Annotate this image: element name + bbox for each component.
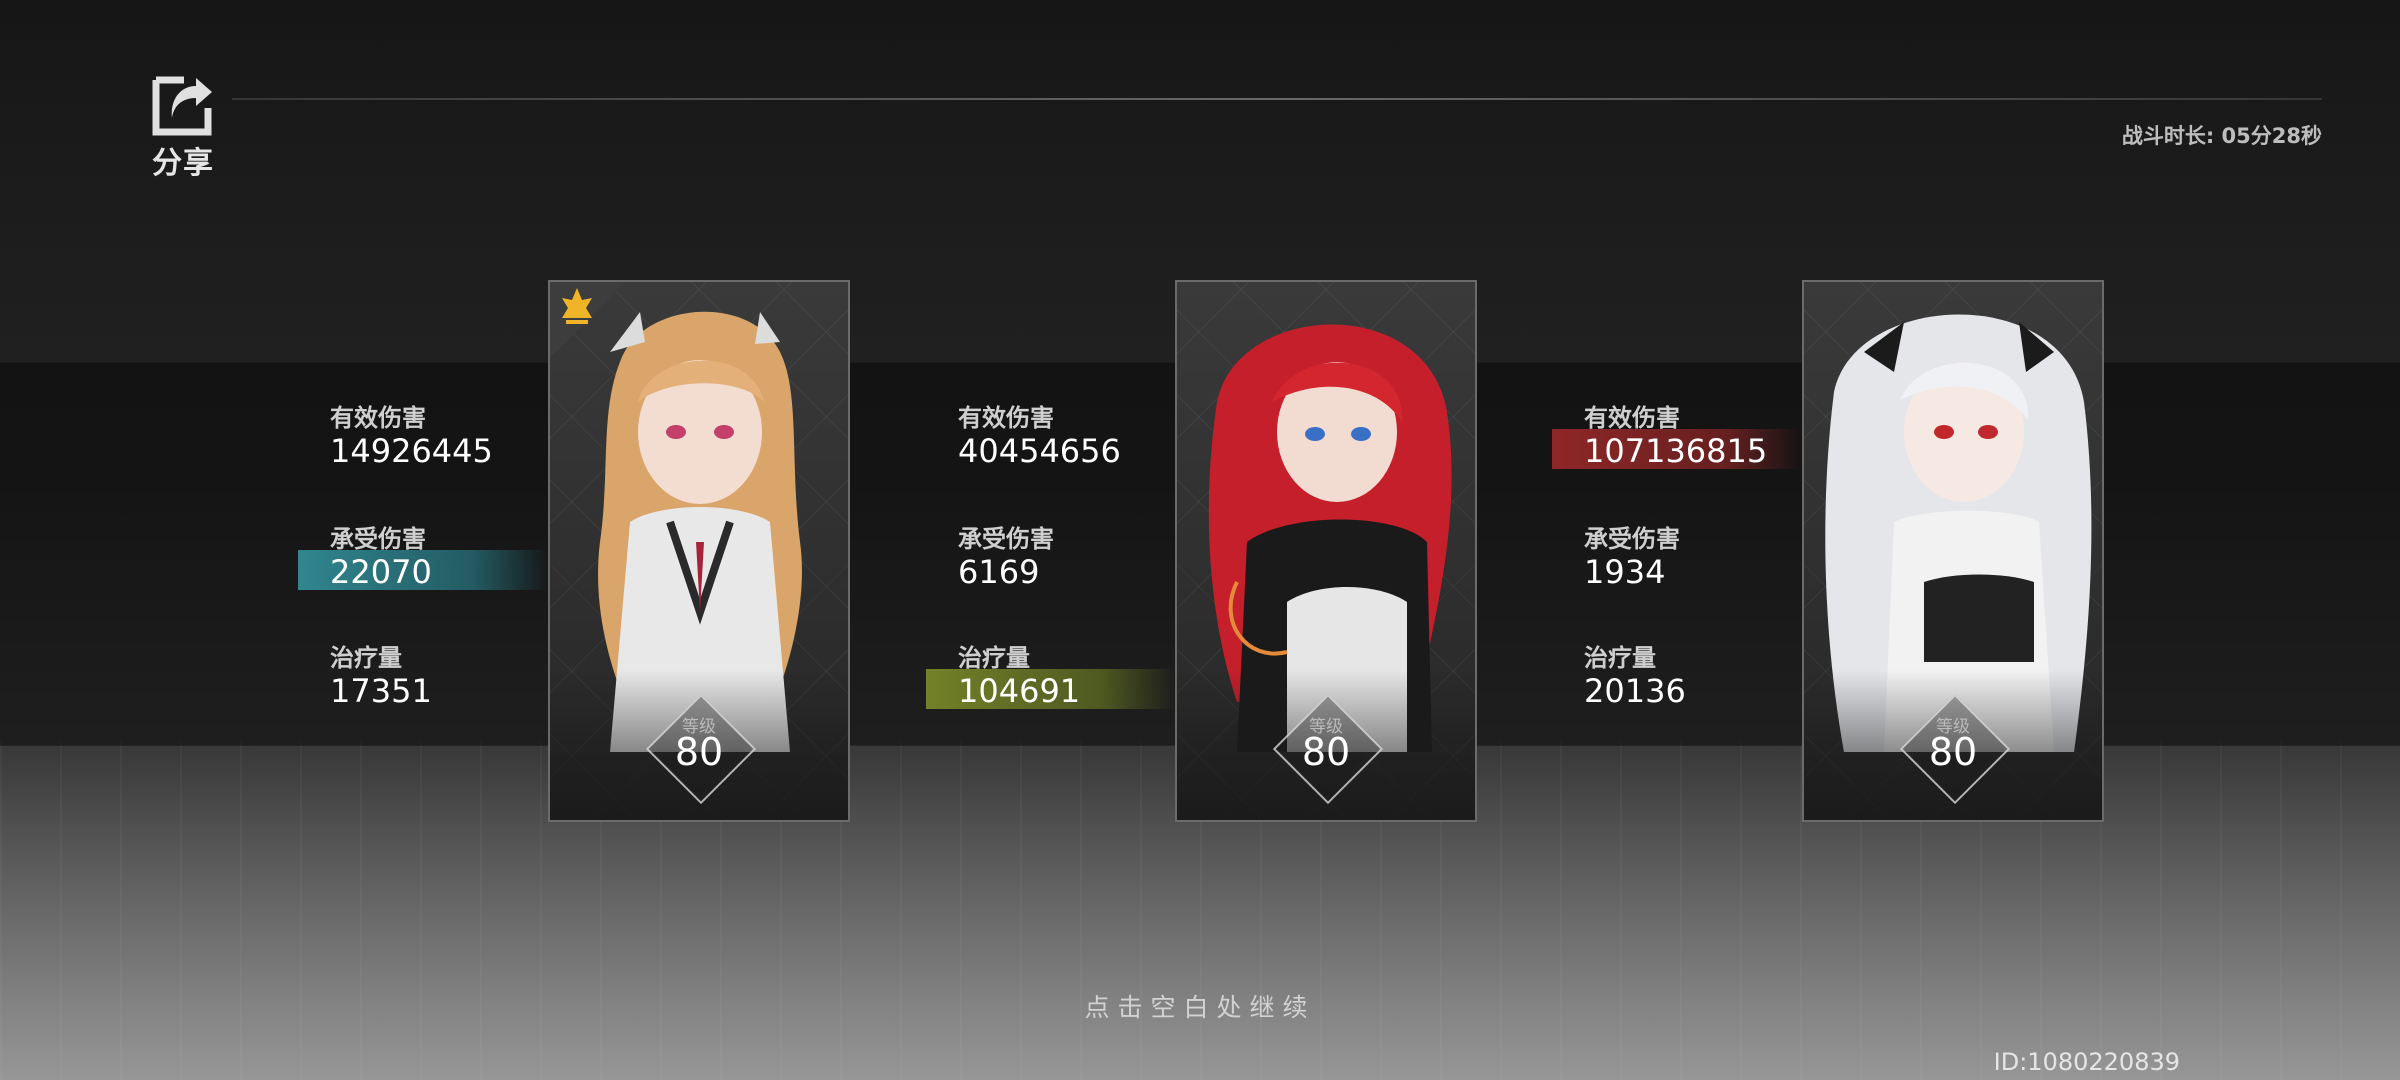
player-id: ID:1080220839 <box>1993 1048 2180 1076</box>
heal-value: 17351 <box>330 672 432 710</box>
character-1-stats: 有效伤害 14926445 承受伤害 22070 治疗量 17351 <box>298 362 558 744</box>
character-card-1[interactable]: 等级 80 <box>548 280 850 822</box>
level-value: 80 <box>674 730 724 774</box>
level-badge: 等级 80 <box>644 692 757 805</box>
character-2-stats: 有效伤害 40454656 承受伤害 6169 治疗量 104691 <box>926 362 1186 744</box>
character-3-stats: 有效伤害 107136815 承受伤害 1934 治疗量 20136 <box>1552 362 1812 744</box>
heal-value: 20136 <box>1584 672 1686 710</box>
taken-value: 1934 <box>1584 553 1666 591</box>
taken-label: 承受伤害 <box>1584 525 1680 553</box>
damage-label: 有效伤害 <box>1584 404 1680 432</box>
header-divider <box>232 98 2322 100</box>
taken-label: 承受伤害 <box>330 525 426 553</box>
continue-hint[interactable]: 点击空白处继续 <box>0 988 2400 1024</box>
character-card-3[interactable]: 等级 80 <box>1802 280 2104 822</box>
damage-value: 14926445 <box>330 432 493 470</box>
level-value: 80 <box>1301 730 1351 774</box>
damage-value: 40454656 <box>958 432 1121 470</box>
level-badge: 等级 80 <box>1271 692 1384 805</box>
heal-label: 治疗量 <box>958 644 1030 672</box>
battle-duration: 战斗时长: 05分28秒 <box>2121 124 2322 148</box>
taken-value: 22070 <box>330 553 432 591</box>
share-icon <box>152 76 212 136</box>
heal-label: 治疗量 <box>330 644 402 672</box>
level-value: 80 <box>1928 730 1978 774</box>
damage-label: 有效伤害 <box>958 404 1054 432</box>
mvp-badge-icon <box>562 288 592 324</box>
share-label: 分享 <box>152 146 214 181</box>
character-card-2[interactable]: 等级 80 <box>1175 280 1477 822</box>
damage-label: 有效伤害 <box>330 404 426 432</box>
level-badge: 等级 80 <box>1898 692 2011 805</box>
heal-value: 104691 <box>958 672 1081 710</box>
taken-value: 6169 <box>958 553 1040 591</box>
damage-value: 107136815 <box>1584 432 1768 470</box>
share-button[interactable]: 分享 <box>148 72 220 182</box>
heal-label: 治疗量 <box>1584 644 1656 672</box>
taken-label: 承受伤害 <box>958 525 1054 553</box>
